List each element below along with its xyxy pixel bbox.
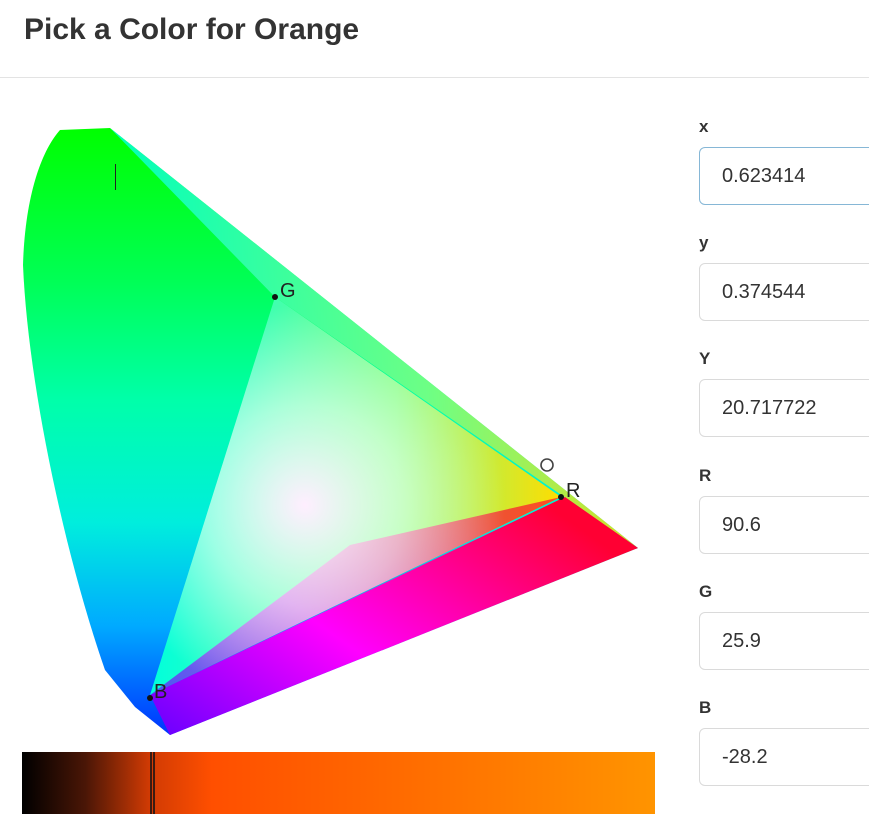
page-header: Pick a Color for Orange xyxy=(0,0,869,78)
y-input[interactable] xyxy=(699,263,869,321)
blue-primary-label: B xyxy=(154,681,167,703)
red-input[interactable] xyxy=(699,496,869,554)
blue-primary-marker xyxy=(147,695,153,701)
field-label-y: y xyxy=(699,233,709,252)
text-cursor xyxy=(115,164,116,190)
field-label-Y: Y xyxy=(699,349,711,368)
red-primary-marker xyxy=(558,494,564,500)
green-primary-marker xyxy=(272,294,278,300)
x-input[interactable] xyxy=(699,147,869,205)
luminance-Y-input[interactable] xyxy=(699,379,869,437)
field-label-B: B xyxy=(699,698,712,717)
chromaticity-diagram[interactable]: G R B xyxy=(20,125,645,740)
green-primary-label: G xyxy=(280,280,296,302)
luminance-slider[interactable] xyxy=(22,752,655,814)
color-picker-handle[interactable] xyxy=(540,458,554,472)
green-input[interactable] xyxy=(699,612,869,670)
luminance-slider-handle[interactable] xyxy=(150,752,155,814)
red-primary-label: R xyxy=(566,480,580,502)
field-label-G: G xyxy=(699,582,713,601)
page-title: Pick a Color for Orange xyxy=(24,13,360,46)
blue-input[interactable] xyxy=(699,728,869,786)
field-label-x: x xyxy=(699,117,709,136)
field-label-R: R xyxy=(699,466,712,485)
